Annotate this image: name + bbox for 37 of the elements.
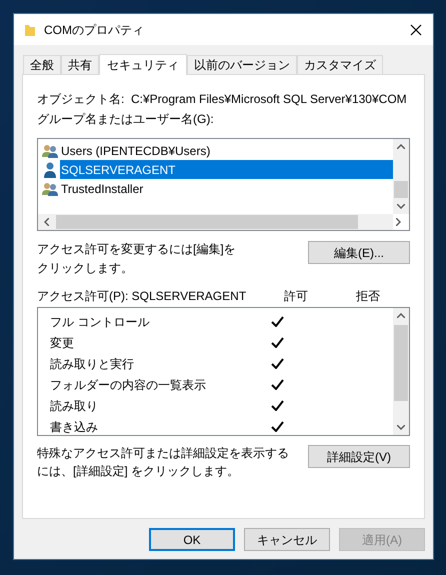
window-title: COMのプロパティ <box>44 22 144 38</box>
user-icon <box>42 162 58 178</box>
user-group-icon <box>42 144 58 158</box>
permissions-label: アクセス許可(P): SQLSERVERAGENT <box>37 288 248 305</box>
permission-name: フル コントロール <box>49 314 150 330</box>
scroll-thumb[interactable] <box>394 181 408 198</box>
tab[interactable]: セキュリティ <box>99 54 187 75</box>
principals-label: グループ名またはユーザー名(G): <box>37 111 214 128</box>
vertical-scrollbar[interactable] <box>393 308 409 435</box>
tab[interactable]: カスタマイズ <box>297 55 383 74</box>
permission-name: 読み取りと実行 <box>49 356 135 372</box>
vertical-scrollbar[interactable] <box>393 139 409 214</box>
user-group-icon <box>42 182 58 196</box>
permission-name: 書き込み <box>49 418 99 435</box>
edit-hint: アクセス許可を変更するには[編集]をクリックします。 <box>37 241 237 277</box>
deny-header: 拒否 <box>356 288 380 305</box>
permission-name: フォルダーの内容の一覧表示 <box>49 376 207 394</box>
tab[interactable]: 共有 <box>61 55 99 74</box>
advanced-hint: 特殊なアクセス許可または詳細設定を表示するには、[詳細設定] をクリックします。 <box>37 445 290 480</box>
scroll-thumb[interactable] <box>56 215 358 229</box>
dialog-button[interactable]: キャンセル <box>244 528 330 551</box>
dialog-button[interactable]: OK <box>149 528 235 551</box>
object-path: C:¥Program Files¥Microsoft SQL Server¥130¥COM <box>131 91 407 108</box>
edit-button[interactable]: 編集(E)... <box>308 241 410 264</box>
permission-name: 変更 <box>49 334 75 352</box>
allow-header: 許可 <box>284 288 309 305</box>
principal-item[interactable]: TrustedInstaller <box>60 179 393 198</box>
folder-icon <box>24 22 36 36</box>
tab[interactable]: 全般 <box>23 55 61 74</box>
object-name-label: オブジェクト名: <box>37 91 126 108</box>
tab[interactable]: 以前のバージョン <box>187 55 297 74</box>
permission-name: 読み取り <box>49 398 99 414</box>
scroll-thumb[interactable] <box>394 325 408 401</box>
advanced-button[interactable]: 詳細設定(V) <box>308 445 410 468</box>
principal-item[interactable]: Users (IPENTECDB¥Users) <box>60 141 393 160</box>
principal-item[interactable]: SQLSERVERAGENT <box>60 160 393 179</box>
close-icon[interactable] <box>410 24 422 36</box>
